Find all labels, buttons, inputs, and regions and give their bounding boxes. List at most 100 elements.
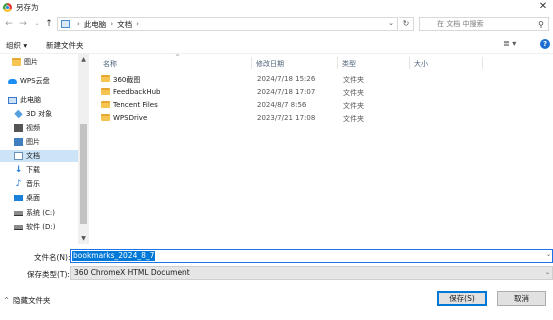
view-options-icon[interactable]: ≣ ▾ xyxy=(503,39,516,48)
file-list: 名称 ^ 修改日期 类型 大小 360截图 2024/7/18 15:26 文件… xyxy=(89,54,553,244)
folder-icon xyxy=(12,58,21,66)
video-icon xyxy=(14,124,23,132)
scroll-up-icon[interactable]: ▲ xyxy=(78,56,89,63)
sidebar-scrollbar[interactable]: ▲ ▼ xyxy=(78,54,89,244)
sidebar-item-label: 图片 xyxy=(26,138,40,146)
sort-ascending-icon: ^ xyxy=(175,54,181,61)
sidebar-item-desktop[interactable]: 桌面 xyxy=(14,192,78,204)
file-name: Tencent Files xyxy=(113,101,158,109)
sidebar-item-label: 此电脑 xyxy=(20,96,41,104)
chevron-down-icon[interactable]: ⌄ xyxy=(546,251,551,258)
filename-field[interactable]: bookmarks_2024_8_7 ⌄ xyxy=(70,249,553,263)
computer-icon xyxy=(8,96,17,104)
column-divider[interactable] xyxy=(337,57,338,69)
sidebar-item-documents[interactable]: 文档 xyxy=(0,150,78,162)
sidebar-item-drive-d[interactable]: 软件 (D:) xyxy=(14,221,78,233)
file-type: 文件夹 xyxy=(343,76,364,84)
folder-icon xyxy=(101,101,110,108)
table-row[interactable]: FeedbackHub 2024/7/18 17:07 文件夹 xyxy=(99,86,499,98)
sidebar-item-downloads[interactable]: ↓ 下载 xyxy=(14,164,78,176)
search-input[interactable]: 在 文档 中搜索 ⚲ xyxy=(419,17,549,31)
organize-button[interactable]: 组织 ▾ xyxy=(6,40,27,51)
sidebar-item-3d-objects[interactable]: 3D 对象 xyxy=(14,108,78,120)
table-row[interactable]: 360截图 2024/7/18 15:26 文件夹 xyxy=(99,73,499,85)
sidebar-item-pictures-quick[interactable]: 图片 xyxy=(12,56,78,68)
breadcrumb[interactable]: › 此电脑 › 文档 › ⌄ xyxy=(57,17,398,31)
sidebar-item-videos[interactable]: 视频 xyxy=(14,122,78,134)
file-type: 文件夹 xyxy=(343,89,364,97)
desktop-icon xyxy=(14,195,23,201)
breadcrumb-separator-icon: › xyxy=(110,20,114,28)
chevron-down-icon[interactable]: ⌄ xyxy=(388,19,394,27)
sidebar-item-this-pc[interactable]: 此电脑 xyxy=(8,94,78,106)
file-name: FeedbackHub xyxy=(113,88,161,96)
filetype-value: 360 ChromeX HTML Document xyxy=(74,268,190,277)
cancel-button[interactable]: 取消 xyxy=(497,291,546,306)
sidebar-item-label: 软件 (D:) xyxy=(26,223,56,231)
column-divider[interactable] xyxy=(482,57,483,69)
help-icon[interactable]: ? xyxy=(540,39,550,49)
scroll-down-icon[interactable]: ▼ xyxy=(78,235,89,242)
column-header-date[interactable]: 修改日期 xyxy=(256,59,284,69)
search-placeholder: 在 文档 中搜索 xyxy=(437,20,484,28)
file-name: 360截图 xyxy=(113,76,141,84)
image-icon xyxy=(14,138,23,146)
file-date: 2024/7/18 17:07 xyxy=(257,88,316,96)
recent-locations-chevron-icon[interactable]: ⌄ xyxy=(32,18,42,30)
close-icon[interactable]: ✕ xyxy=(537,0,549,14)
sidebar-item-label: WPS云盘 xyxy=(20,77,50,85)
column-divider[interactable] xyxy=(251,57,252,69)
navigation-pane: 图片 WPS云盘 此电脑 3D 对象 视频 图片 文档 ↓ 下载 ♪ 音乐 桌面… xyxy=(0,54,89,244)
column-header-name[interactable]: 名称 xyxy=(103,59,117,69)
chevron-down-icon: ⌄ xyxy=(544,269,550,276)
refresh-icon[interactable]: ↻ xyxy=(399,17,414,31)
drive-icon xyxy=(14,210,23,216)
folder-icon xyxy=(101,75,110,82)
sidebar-item-label: 桌面 xyxy=(26,194,40,202)
music-icon: ♪ xyxy=(15,179,22,189)
hide-folders-toggle[interactable]: ^ 隐藏文件夹 xyxy=(4,295,51,306)
file-date: 2023/7/21 17:08 xyxy=(257,114,316,122)
sidebar-item-label: 3D 对象 xyxy=(26,110,53,118)
cloud-icon xyxy=(8,78,17,84)
filename-value: bookmarks_2024_8_7 xyxy=(72,251,156,261)
forward-arrow-icon[interactable]: → xyxy=(18,18,28,30)
column-divider[interactable] xyxy=(409,57,410,69)
sidebar-item-label: 视频 xyxy=(26,124,40,132)
file-date: 2024/7/18 15:26 xyxy=(257,75,316,83)
column-header-type[interactable]: 类型 xyxy=(342,59,356,69)
sidebar-item-drive-c[interactable]: 系统 (C:) xyxy=(14,207,78,219)
sidebar-item-label: 音乐 xyxy=(26,180,40,188)
breadcrumb-documents[interactable]: 文档 xyxy=(117,19,132,30)
sidebar-item-music[interactable]: ♪ 音乐 xyxy=(14,178,78,190)
file-type: 文件夹 xyxy=(343,115,364,123)
file-name: WPSDrive xyxy=(113,114,148,122)
scrollbar-thumb[interactable] xyxy=(80,124,87,224)
document-icon xyxy=(14,152,23,160)
sidebar-item-label: 图片 xyxy=(24,58,38,66)
filetype-select[interactable]: 360 ChromeX HTML Document ⌄ xyxy=(70,266,553,280)
filetype-label: 保存类型(T): xyxy=(27,270,70,279)
sidebar-item-wps-cloud[interactable]: WPS云盘 xyxy=(8,75,78,87)
breadcrumb-separator-icon: › xyxy=(77,20,80,28)
new-folder-button[interactable]: 新建文件夹 xyxy=(46,40,84,51)
address-row: ← → ⌄ ↑ › 此电脑 › 文档 › ⌄ ↻ 在 文档 中搜索 ⚲ xyxy=(0,14,553,34)
table-row[interactable]: WPSDrive 2023/7/21 17:08 文件夹 xyxy=(99,112,499,124)
breadcrumb-this-pc[interactable]: 此电脑 xyxy=(84,19,107,30)
search-icon: ⚲ xyxy=(538,20,544,29)
file-date: 2024/8/7 8:56 xyxy=(257,101,307,109)
sidebar-item-label: 文档 xyxy=(26,152,40,160)
file-type: 文件夹 xyxy=(343,102,364,110)
save-button[interactable]: 保存(S) xyxy=(437,291,487,306)
browser-app-icon xyxy=(3,2,12,12)
up-arrow-icon[interactable]: ↑ xyxy=(44,18,54,30)
back-arrow-icon[interactable]: ← xyxy=(4,18,14,30)
drive-icon xyxy=(14,224,23,230)
computer-icon xyxy=(61,20,70,28)
sidebar-item-pictures[interactable]: 图片 xyxy=(14,136,78,148)
table-row[interactable]: Tencent Files 2024/8/7 8:56 文件夹 xyxy=(99,99,499,111)
chevron-up-icon: ^ xyxy=(4,297,10,304)
title-bar: 另存为 ✕ xyxy=(0,0,553,14)
column-header-size[interactable]: 大小 xyxy=(414,59,428,69)
toolbar: 组织 ▾ 新建文件夹 ≣ ▾ ? xyxy=(0,36,553,54)
